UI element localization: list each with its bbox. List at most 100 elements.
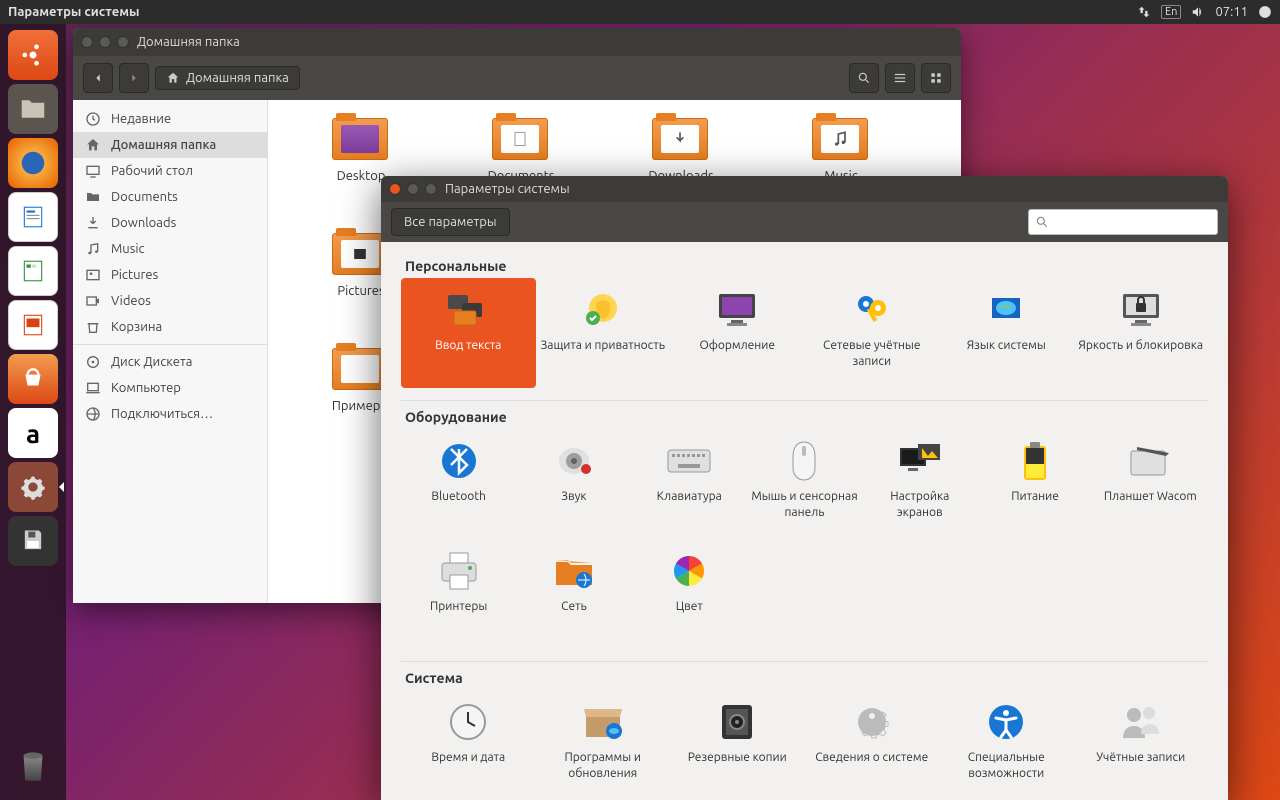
session-indicator-icon[interactable]	[1258, 5, 1272, 19]
sidebar-item-clock[interactable]: Недавние	[73, 106, 267, 132]
settings-item-label: Специальные возможности	[943, 750, 1070, 781]
sidebar-item-video[interactable]: Videos	[73, 288, 267, 314]
settings-titlebar[interactable]: Параметры системы	[381, 176, 1228, 202]
launcher-trash[interactable]	[8, 740, 58, 790]
sidebar-item-download[interactable]: Downloads	[73, 210, 267, 236]
shield-icon	[579, 286, 627, 334]
settings-item-gear-info[interactable]: Сведения о системе	[805, 690, 940, 800]
settings-item-tablet[interactable]: Планшет Wacom	[1093, 429, 1208, 539]
settings-item-label: Мышь и сенсорная панель	[751, 489, 858, 520]
files-close-icon[interactable]	[81, 36, 93, 48]
settings-item-label: Сетевые учётные записи	[809, 338, 936, 369]
settings-minimize-icon[interactable]	[407, 183, 419, 195]
unity-launcher: a	[0, 24, 66, 800]
settings-item-keyboard-hw[interactable]: Клавиатура	[632, 429, 747, 539]
launcher-calc[interactable]	[8, 246, 58, 296]
sidebar-item-label: Downloads	[111, 216, 176, 230]
sidebar-item-label: Documents	[111, 190, 178, 204]
settings-item-lock[interactable]: Яркость и блокировка	[1074, 278, 1209, 388]
settings-item-battery[interactable]: Питание	[977, 429, 1092, 539]
settings-item-network-folder[interactable]: Сеть	[516, 539, 631, 649]
sidebar-item-desktop[interactable]: Рабочий стол	[73, 158, 267, 184]
sidebar-item-computer[interactable]: Компьютер	[73, 375, 267, 401]
settings-item-label: Язык системы	[967, 338, 1046, 354]
files-toolbar: Домашняя папка	[73, 56, 961, 100]
settings-maximize-icon[interactable]	[425, 183, 437, 195]
flag-icon	[982, 286, 1030, 334]
section-title: Система	[405, 670, 1208, 686]
clock[interactable]: 07:11	[1215, 5, 1248, 19]
settings-item-keys[interactable]: Сетевые учётные записи	[805, 278, 940, 388]
files-sidebar: Недавние Домашняя папка Рабочий стол Docume…	[73, 100, 268, 603]
launcher-amazon[interactable]: a	[8, 408, 58, 458]
launcher-software[interactable]	[8, 354, 58, 404]
settings-item-printer[interactable]: Принтеры	[401, 539, 516, 649]
path-bar[interactable]: Домашняя папка	[155, 66, 300, 90]
active-app-title: Параметры системы	[8, 5, 140, 19]
settings-item-shield[interactable]: Защита и приватность	[536, 278, 671, 388]
sidebar-item-trash[interactable]: Корзина	[73, 314, 267, 340]
forward-button[interactable]	[119, 63, 149, 93]
box-icon	[579, 698, 627, 746]
sidebar-item-folder[interactable]: Documents	[73, 184, 267, 210]
launcher-floppy[interactable]	[8, 516, 58, 566]
settings-item-clock-sys[interactable]: Время и дата	[401, 690, 536, 800]
settings-item-label: Клавиатура	[657, 489, 722, 505]
sound-indicator-icon[interactable]	[1191, 5, 1205, 19]
files-maximize-icon[interactable]	[117, 36, 129, 48]
grid-view-button[interactable]	[921, 63, 951, 93]
sidebar-item-music[interactable]: Music	[73, 236, 267, 262]
section-title: Оборудование	[405, 409, 1208, 425]
folder-label: Desktop	[337, 169, 386, 183]
settings-item-color[interactable]: Цвет	[632, 539, 747, 649]
settings-item-label: Яркость и блокировка	[1078, 338, 1203, 354]
settings-item-keyboard[interactable]: Ввод текста	[401, 278, 536, 388]
all-parameters-button[interactable]: Все параметры	[391, 208, 510, 236]
settings-search[interactable]	[1028, 209, 1218, 235]
gear-info-icon	[848, 698, 896, 746]
settings-item-box[interactable]: Программы и обновления	[536, 690, 671, 800]
settings-item-flag[interactable]: Язык системы	[939, 278, 1074, 388]
settings-item-label: Сеть	[561, 599, 587, 615]
launcher-writer[interactable]	[8, 192, 58, 242]
sidebar-item-label: Домашняя папка	[111, 138, 216, 152]
sidebar-item-label: Недавние	[111, 112, 171, 126]
sidebar-item-label: Подключиться…	[111, 407, 213, 421]
users-icon	[1117, 698, 1165, 746]
launcher-settings[interactable]	[8, 462, 58, 512]
settings-toolbar: Все параметры	[381, 202, 1228, 242]
back-button[interactable]	[83, 63, 113, 93]
settings-search-input[interactable]	[1053, 216, 1211, 229]
launcher-impress[interactable]	[8, 300, 58, 350]
launcher-files[interactable]	[8, 84, 58, 134]
settings-item-display-purple[interactable]: Оформление	[670, 278, 805, 388]
files-minimize-icon[interactable]	[99, 36, 111, 48]
network-indicator-icon[interactable]	[1137, 5, 1151, 19]
settings-item-accessibility[interactable]: Специальные возможности	[939, 690, 1074, 800]
files-titlebar[interactable]: Домашняя папка	[73, 28, 961, 56]
home-icon	[166, 71, 180, 85]
sidebar-item-pictures[interactable]: Pictures	[73, 262, 267, 288]
sidebar-item-disk[interactable]: Диск Дискета	[73, 349, 267, 375]
sidebar-item-label: Music	[111, 242, 145, 256]
settings-item-label: Время и дата	[431, 750, 505, 766]
color-icon	[665, 547, 713, 595]
keyboard-icon	[444, 286, 492, 334]
list-view-button[interactable]	[885, 63, 915, 93]
search-button[interactable]	[849, 63, 879, 93]
speaker-icon	[550, 437, 598, 485]
settings-item-screens[interactable]: Настройка экранов	[862, 429, 977, 539]
settings-item-mouse[interactable]: Мышь и сенсорная панель	[747, 429, 862, 539]
files-window-title: Домашняя папка	[137, 35, 240, 49]
settings-close-icon[interactable]	[389, 183, 401, 195]
launcher-firefox[interactable]	[8, 138, 58, 188]
settings-item-users[interactable]: Учётные записи	[1074, 690, 1209, 800]
settings-item-bluetooth[interactable]: Bluetooth	[401, 429, 516, 539]
settings-item-speaker[interactable]: Звук	[516, 429, 631, 539]
launcher-dash[interactable]	[8, 30, 58, 80]
sidebar-item-home[interactable]: Домашняя папка	[73, 132, 267, 158]
sidebar-item-network[interactable]: Подключиться…	[73, 401, 267, 427]
settings-item-safe[interactable]: Резервные копии	[670, 690, 805, 800]
keyboard-indicator[interactable]: En	[1161, 5, 1181, 19]
settings-window: Параметры системы Все параметры Персонал…	[381, 176, 1228, 800]
